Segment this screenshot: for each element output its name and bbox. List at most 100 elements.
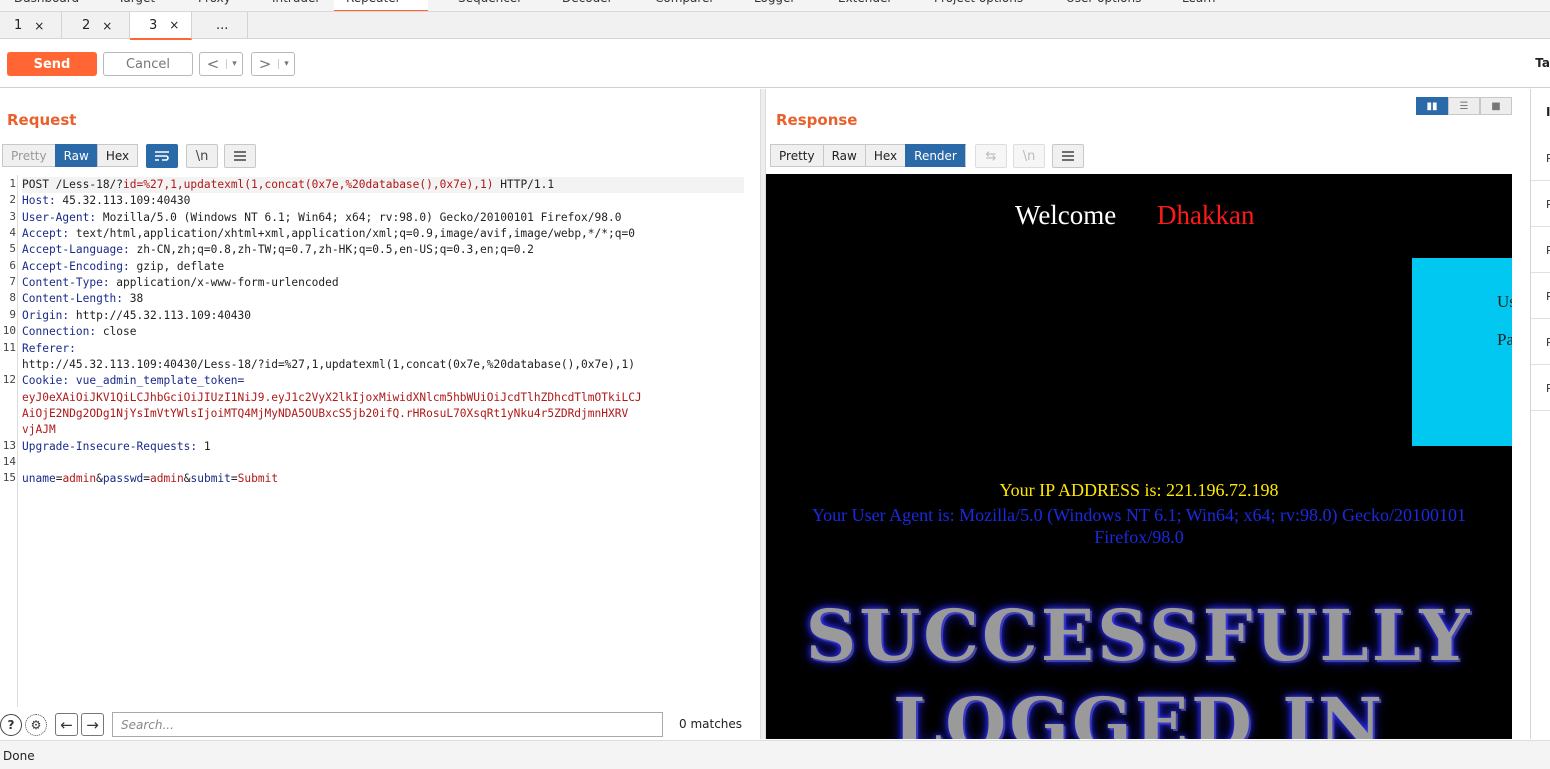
line-number: 11 (2, 340, 16, 354)
show-newlines-icon[interactable]: \n (186, 144, 218, 168)
history-back-button[interactable]: < ▾ (199, 52, 243, 76)
nav-tab-user-options[interactable]: User options (1066, 0, 1141, 5)
param-name: uname (22, 472, 56, 486)
nav-tab-sequencer[interactable]: Sequencer (458, 0, 522, 5)
request-line: Referer: (22, 341, 76, 357)
tab-raw[interactable]: Raw (54, 144, 97, 167)
header-value: 1 (197, 439, 211, 453)
tab-render[interactable]: Render (905, 144, 966, 167)
close-icon[interactable]: × (169, 18, 179, 32)
nav-tab-learn[interactable]: Learn (1182, 0, 1216, 5)
tab-hex[interactable]: Hex (96, 144, 139, 167)
header-name: Content-Type: (22, 276, 110, 290)
response-title: Response (776, 111, 858, 129)
nav-tab-decoder[interactable]: Decoder (562, 0, 613, 5)
repeater-tab-1[interactable]: 1 × (0, 12, 62, 39)
header-name: Host: (22, 194, 56, 208)
inspector-row-label: R (1546, 152, 1550, 165)
line-number: 5 (9, 242, 16, 256)
request-editor[interactable]: 1 2 3 4 5 6 7 8 9 10 11 12 13 14 15 POST /Less-18/?id=… (0, 175, 760, 707)
line-number: 8 (9, 291, 16, 305)
request-line: Accept-Encoding: gzip, deflate (22, 259, 224, 275)
nav-tab-intruder[interactable]: Intruder (272, 0, 320, 5)
split-horizontal-icon[interactable]: ▮▮ (1416, 97, 1448, 115)
inspector-row-label: R (1546, 244, 1550, 257)
chevron-down-icon[interactable]: ▾ (278, 59, 294, 69)
header-value: Mozilla/5.0 (Windows NT 6.1; Win64; x64;… (96, 210, 622, 224)
response-panel: ▮▮ ☰ ■ Response Pretty Raw Hex Render ⇆ … (766, 89, 1530, 739)
inspector-row[interactable]: R (1531, 273, 1550, 319)
nav-tab-logger[interactable]: Logger (754, 0, 795, 5)
single-pane-icon[interactable]: ■ (1480, 97, 1512, 115)
help-icon[interactable]: ? (0, 714, 22, 736)
cancel-button[interactable]: Cancel (103, 52, 193, 76)
line-number: 1 (9, 177, 16, 190)
wrap-lines-icon[interactable] (146, 144, 178, 168)
split-vertical-icon[interactable]: ☰ (1448, 97, 1480, 115)
request-line: Origin: http://45.32.113.109:40430 (22, 308, 251, 324)
chevron-down-icon[interactable]: ▾ (226, 59, 242, 69)
site-name: Dhakkan (1157, 200, 1255, 230)
gear-icon[interactable]: ⚙ (25, 714, 47, 736)
inspector-title: I (1546, 105, 1550, 119)
nav-tab-proxy[interactable]: Proxy (198, 0, 231, 5)
login-form-box: Us Pa (1412, 258, 1512, 446)
menu-icon[interactable] (1052, 144, 1084, 168)
inspector-row[interactable]: R (1531, 135, 1550, 181)
header-name: Upgrade-Insecure-Requests: (22, 439, 198, 453)
wrap-lines-icon: ⇆ (975, 144, 1007, 168)
header-value: text/html,application/xhtml+xml,applicat… (69, 227, 635, 241)
tab-label: 2 (82, 18, 91, 33)
user-agent-text: Your User Agent is: Mozilla/5.0 (Windows… (811, 505, 1467, 547)
inspector-row[interactable]: R (1531, 181, 1550, 227)
password-label: Pa (1497, 330, 1512, 349)
search-input[interactable]: Search... (112, 712, 663, 737)
tab-pretty[interactable]: Pretty (770, 144, 823, 167)
tab-hex[interactable]: Hex (864, 144, 906, 167)
toolbar: Send Cancel < ▾ > ▾ Ta (0, 40, 1550, 88)
nav-tab-comparer[interactable]: Comparer (655, 0, 714, 5)
inspector-row-label: R (1546, 198, 1550, 211)
tab-raw[interactable]: Raw (822, 144, 865, 167)
close-icon[interactable]: × (102, 19, 112, 33)
send-button[interactable]: Send (7, 52, 97, 76)
arrow-left-icon[interactable]: ← (55, 713, 78, 736)
nav-tab-project-options[interactable]: Project options (934, 0, 1023, 5)
inspector-panel: I R R R R R R (1530, 89, 1550, 739)
line-number: 10 (2, 324, 16, 338)
header-name: User-Agent: (22, 210, 97, 224)
line-number-gutter: 1 2 3 4 5 6 7 8 9 10 11 12 13 14 15 (0, 175, 18, 707)
request-line: AiOjE2NDg2ODg1NjYsImVtYWlsIjoiMTQ4MjMyND… (22, 406, 628, 422)
request-line: Accept: text/html,application/xhtml+xml,… (22, 226, 635, 242)
new-tab-button[interactable]: ... (192, 12, 248, 39)
layout-toggle: ▮▮ ☰ ■ (1416, 97, 1512, 115)
request-line: Cookie: vue_admin_template_token= (22, 373, 244, 389)
nav-tab-repeater[interactable]: Repeater (346, 0, 401, 5)
param-value: admin (150, 472, 184, 486)
arrow-right-icon[interactable]: → (81, 713, 104, 736)
repeater-tab-3[interactable]: 3 × (130, 12, 192, 40)
nav-tab-target[interactable]: Target (118, 0, 155, 5)
param-name: passwd (102, 472, 144, 486)
line-number: 14 (2, 454, 16, 468)
request-view-tabs: Pretty Raw Hex (2, 144, 139, 168)
nav-tab-dashboard[interactable]: Dashboard (14, 0, 79, 5)
line-number: 3 (9, 209, 16, 223)
line-number: 6 (9, 258, 16, 272)
target-label[interactable]: Ta (1535, 56, 1550, 70)
ip-address-text: Your IP ADDRESS is: 221.196.72.198 (999, 480, 1279, 500)
param-value: Submit (237, 472, 279, 486)
request-line: Content-Type: application/x-www-form-url… (22, 275, 339, 291)
menu-icon[interactable] (224, 144, 256, 168)
inspector-row[interactable]: R (1531, 227, 1550, 273)
close-icon[interactable]: × (34, 19, 44, 33)
inspector-row[interactable]: R (1531, 365, 1550, 411)
history-forward-button[interactable]: > ▾ (251, 52, 295, 76)
inspector-row[interactable]: R (1531, 319, 1550, 365)
header-name: Origin: (22, 308, 70, 322)
repeater-tab-2[interactable]: 2 × (62, 12, 130, 39)
vertical-scrollbar[interactable] (1512, 174, 1530, 739)
nav-tab-extender[interactable]: Extender (838, 0, 892, 5)
header-value: 45.32.113.109:40430 (55, 194, 191, 208)
tab-pretty[interactable]: Pretty (2, 144, 55, 167)
